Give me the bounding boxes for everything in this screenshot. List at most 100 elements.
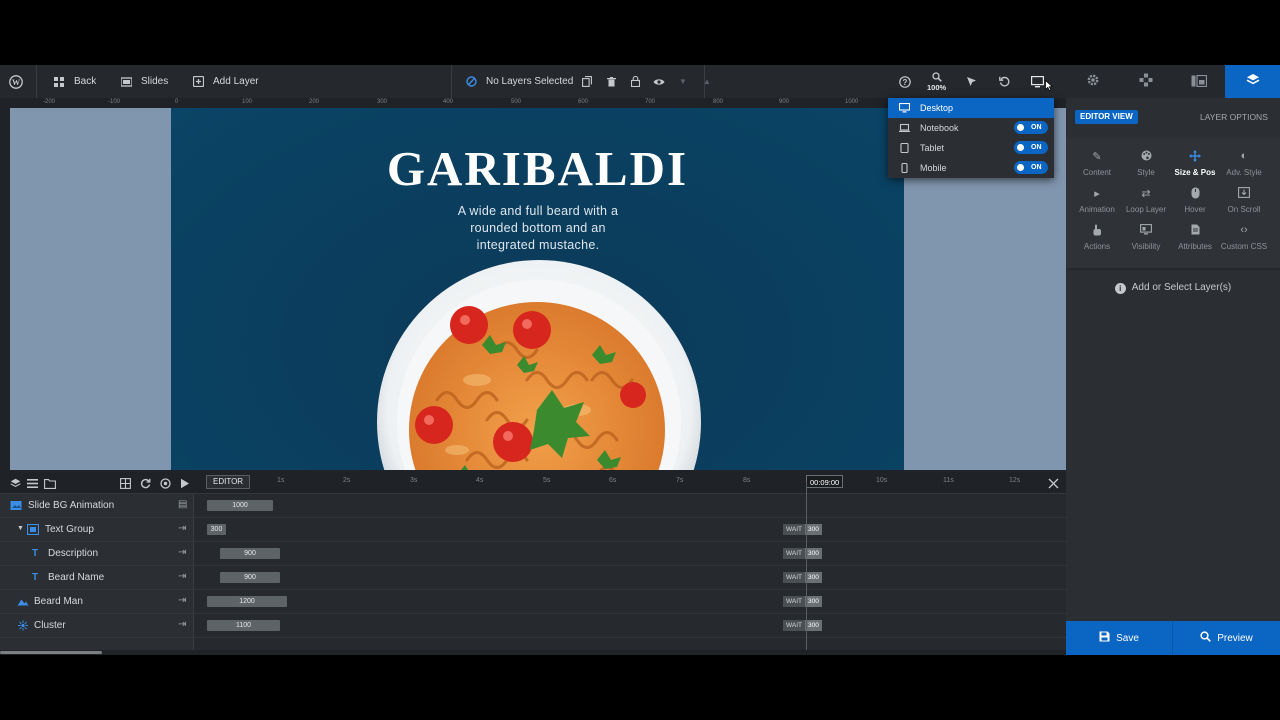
list-icon[interactable] — [27, 476, 38, 488]
layer-row[interactable]: Cluster ⇥ — [0, 614, 194, 638]
chevron-down-icon[interactable]: ▼ — [676, 75, 690, 89]
hand-icon — [1070, 224, 1124, 238]
device-option-tablet[interactable]: Tablet ON — [888, 138, 1054, 158]
option-attributes[interactable]: Attributes — [1168, 224, 1222, 251]
tab-slider-settings[interactable] — [1066, 65, 1119, 98]
timeline-scrollbar[interactable] — [0, 650, 1066, 655]
option-advanced-style[interactable]: ◐ Adv. Style — [1217, 150, 1271, 177]
option-loop-layer[interactable]: ⇄ Loop Layer — [1119, 187, 1173, 214]
duration-bar[interactable]: 900 — [220, 548, 280, 559]
tab-navigation[interactable] — [1119, 65, 1172, 98]
play-icon: ▸ — [1094, 188, 1100, 200]
wait-marker[interactable]: WAIT 300 — [783, 548, 822, 559]
preview-button[interactable]: Preview — [1173, 621, 1280, 655]
tab-layer-options[interactable] — [1225, 65, 1280, 98]
pencil-icon: ✎ — [1092, 151, 1102, 163]
pasta-plate-image[interactable] — [377, 260, 702, 470]
device-option-desktop[interactable]: Desktop — [888, 98, 1054, 118]
wait-marker[interactable]: WAIT 300 — [783, 620, 822, 631]
option-visibility[interactable]: Visibility — [1119, 224, 1173, 251]
editor-view-badge[interactable]: EDITOR VIEW — [1075, 110, 1138, 124]
duplicate-icon[interactable] — [580, 75, 594, 89]
pin-icon[interactable]: ⇥ — [178, 547, 186, 558]
wait-marker[interactable]: WAIT 300 — [783, 524, 822, 535]
group-layer-icon — [26, 523, 40, 536]
wait-marker[interactable]: WAIT 300 — [783, 596, 822, 607]
device-option-mobile[interactable]: Mobile ON — [888, 158, 1054, 178]
eye-icon[interactable] — [652, 75, 666, 89]
timeline-header: EDITOR 00:09:00 1s 2s 3s 4s 5s 6s 7s 8s 10s 11s 12… — [0, 470, 1066, 494]
tablet-toggle[interactable]: ON — [1014, 141, 1048, 154]
pin-icon[interactable]: ⇥ — [178, 595, 186, 606]
ruler-tick: 300 — [377, 99, 388, 105]
layer-row[interactable]: T Beard Name ⇥ — [0, 566, 194, 590]
collapse-arrow-icon[interactable]: ▼ — [17, 525, 24, 532]
layer-row[interactable]: T Description ⇥ — [0, 542, 194, 566]
scrollbar-thumb[interactable] — [0, 651, 102, 654]
timeline-tick: 8s — [743, 477, 751, 484]
duration-bar[interactable]: 300 — [207, 524, 226, 535]
wait-marker[interactable]: WAIT 300 — [783, 572, 822, 583]
tab-slide-options[interactable] — [1172, 65, 1225, 98]
wordpress-button[interactable]: W — [9, 65, 23, 98]
option-content[interactable]: ✎ Content — [1070, 150, 1124, 177]
layer-row[interactable]: Beard Man ⇥ — [0, 590, 194, 614]
close-timeline-icon[interactable] — [1048, 476, 1059, 489]
play-icon[interactable] — [180, 476, 190, 489]
layers-icon[interactable] — [10, 476, 21, 488]
save-button[interactable]: Save — [1066, 621, 1173, 655]
zoom-label: 100% — [927, 82, 947, 92]
pin-icon[interactable]: ⇥ — [178, 571, 186, 582]
option-actions[interactable]: Actions — [1070, 224, 1124, 251]
pin-icon[interactable]: ⇥ — [178, 523, 186, 534]
zoom-control[interactable]: 100% — [927, 65, 946, 98]
back-button[interactable]: Back — [52, 65, 96, 98]
pin-icon[interactable]: ⇥ — [178, 619, 186, 630]
editor-mode-label[interactable]: EDITOR — [206, 475, 251, 489]
slide[interactable]: GARIBALDI A wide and full beard with a r… — [171, 108, 904, 470]
option-style[interactable]: Style — [1119, 150, 1173, 177]
mouse-cursor-icon — [1045, 79, 1054, 92]
lock-icon[interactable] — [628, 75, 642, 89]
slide-title[interactable]: GARIBALDI — [171, 140, 904, 197]
add-layer-button[interactable]: Add Layer — [191, 65, 259, 98]
chevron-up-icon[interactable]: ▲ — [700, 75, 714, 89]
device-option-notebook[interactable]: Notebook ON — [888, 118, 1054, 138]
grid-view-icon[interactable] — [120, 476, 131, 489]
device-label: Tablet — [920, 143, 945, 153]
slides-icon — [119, 75, 133, 89]
mobile-toggle[interactable]: ON — [1014, 161, 1048, 174]
option-size-and-position[interactable]: Size & Pos — [1168, 150, 1222, 177]
duration-bar[interactable]: 1200 — [207, 596, 287, 607]
help-button[interactable]: ? — [898, 65, 912, 98]
duration-bar[interactable]: 900 — [220, 572, 280, 583]
slides-button[interactable]: Slides — [119, 65, 168, 98]
ruler-tick: 600 — [578, 99, 589, 105]
trash-icon[interactable] — [604, 75, 618, 89]
ruler-tick: 500 — [511, 99, 522, 105]
playhead-time[interactable]: 00:09:00 — [806, 475, 844, 488]
playhead-line[interactable] — [806, 482, 807, 650]
undo-button[interactable] — [997, 65, 1011, 98]
desktop-icon — [1030, 75, 1044, 89]
duration-bar[interactable]: 1100 — [207, 620, 280, 631]
select-tool-button[interactable] — [964, 65, 978, 98]
layer-option-grid: ✎ Content Style Size & Pos ◐ Adv. Style — [1066, 138, 1280, 268]
settings-cycle-icon[interactable] — [160, 476, 171, 489]
loop-icon[interactable] — [140, 476, 151, 489]
document-icon — [1168, 224, 1222, 238]
option-hover[interactable]: Hover — [1168, 187, 1222, 214]
device-switch-button[interactable] — [1030, 65, 1054, 98]
duration-bar[interactable]: 1000 — [207, 500, 273, 511]
folder-icon[interactable] — [44, 476, 56, 489]
option-on-scroll[interactable]: On Scroll — [1217, 187, 1271, 214]
slide-description[interactable]: A wide and full beard with a rounded bot… — [443, 203, 633, 254]
slide-bg-icon[interactable]: ▤ — [178, 499, 187, 510]
no-selection-icon — [464, 75, 478, 89]
layer-row[interactable]: Slide BG Animation ▤ — [0, 494, 194, 518]
layer-row[interactable]: ▼ Text Group ⇥ — [0, 518, 194, 542]
ruler-tick: 200 — [309, 99, 320, 105]
option-custom-css[interactable]: ‹› Custom CSS — [1217, 224, 1271, 251]
option-animation[interactable]: ▸ Animation — [1070, 187, 1124, 214]
notebook-toggle[interactable]: ON — [1014, 121, 1048, 134]
